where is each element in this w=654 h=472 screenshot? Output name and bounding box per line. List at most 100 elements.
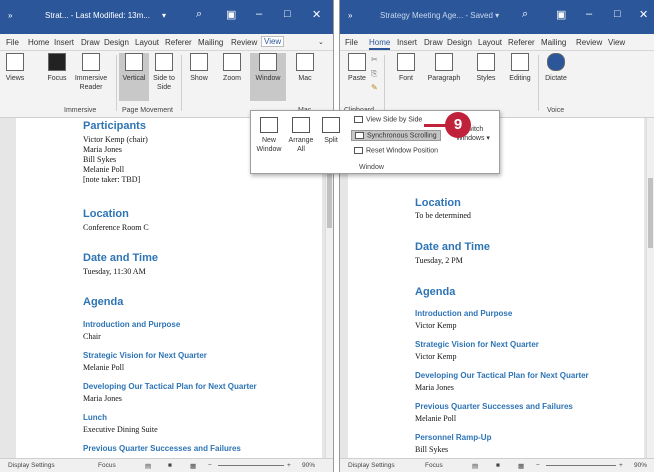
collapse-ribbon-icon[interactable]: ⌄ — [318, 38, 324, 46]
minimize-icon[interactable]: – — [586, 8, 592, 20]
editing-button[interactable]: Editing — [506, 53, 534, 83]
zoom-slider[interactable] — [546, 465, 616, 466]
styles-button[interactable]: Styles — [473, 53, 499, 83]
participant-item: Maria Jones — [83, 145, 122, 154]
arrange-all-label: Arrange All — [288, 137, 314, 153]
font-icon — [397, 53, 415, 71]
ribbon-display-icon[interactable]: ▣ — [556, 8, 566, 21]
web-layout-icon[interactable]: ▦ — [518, 462, 524, 470]
display-settings-button[interactable]: Display Settings — [8, 462, 55, 469]
tab-mailings[interactable]: Mailing — [198, 38, 223, 47]
tab-review[interactable]: Review — [231, 38, 257, 47]
reset-window-position-button[interactable]: Reset Window Position — [351, 146, 441, 155]
focus-button[interactable]: Focus — [46, 53, 68, 83]
vertical-label: Vertical — [122, 75, 146, 82]
zoom-slider[interactable] — [218, 465, 284, 466]
quick-access-menu[interactable]: » — [8, 11, 12, 20]
window-button[interactable]: Window — [250, 53, 286, 101]
tab-file[interactable]: File — [345, 38, 358, 47]
datetime-value: Tuesday, 11:30 AM — [83, 267, 146, 276]
close-icon[interactable]: ✕ — [312, 8, 321, 21]
side-to-side-button[interactable]: Side to Side — [150, 53, 178, 92]
views-button[interactable]: Views — [4, 53, 26, 83]
document-title[interactable]: Strat... - Last Modified: 13m... — [45, 11, 150, 20]
styles-icon — [477, 53, 495, 71]
status-bar: Display Settings Focus ▤ ■ ▦ − + 90% — [340, 458, 654, 472]
minimize-icon[interactable]: – — [256, 8, 262, 20]
dictate-label: Dictate — [545, 75, 567, 82]
group-separator — [538, 55, 539, 111]
tab-file[interactable]: File — [6, 38, 19, 47]
tab-design[interactable]: Design — [447, 38, 472, 47]
location-value: Conference Room C — [83, 223, 149, 232]
synchronous-scrolling-button[interactable]: Synchronous Scrolling — [351, 130, 441, 142]
search-icon[interactable]: ⌕ — [196, 8, 202, 21]
font-label: Font — [398, 75, 413, 82]
zoom-button[interactable]: Zoom — [219, 53, 245, 83]
tab-references[interactable]: Referer — [508, 38, 535, 47]
left-word-window: » Strat... - Last Modified: 13m... ▾ ⌕ ▣… — [0, 0, 334, 472]
tab-insert[interactable]: Insert — [54, 38, 74, 47]
group-immersive-label: Immersive — [64, 107, 97, 114]
display-settings-button[interactable]: Display Settings — [348, 462, 395, 469]
dictate-button[interactable]: Dictate — [542, 53, 570, 83]
maximize-icon[interactable]: □ — [614, 8, 621, 20]
tab-design[interactable]: Design — [104, 38, 129, 47]
tab-home[interactable]: Home — [369, 38, 391, 50]
title-dropdown-icon[interactable]: ▾ — [162, 11, 166, 20]
tab-view[interactable]: View — [261, 36, 285, 47]
zoom-out-icon[interactable]: − — [536, 462, 540, 469]
print-layout-icon[interactable]: ■ — [168, 462, 172, 469]
zoom-level[interactable]: 90% — [302, 462, 315, 469]
tab-home[interactable]: Home — [28, 38, 49, 47]
tab-mailings[interactable]: Mailing — [541, 38, 566, 47]
macros-button[interactable]: Mac — [294, 53, 316, 83]
focus-status-button[interactable]: Focus — [98, 462, 116, 469]
macros-label: Mac — [298, 75, 312, 82]
focus-status-button[interactable]: Focus — [425, 462, 443, 469]
tab-insert[interactable]: Insert — [397, 38, 417, 47]
paragraph-button[interactable]: Paragraph — [424, 53, 464, 83]
show-icon — [190, 53, 208, 71]
show-button[interactable]: Show — [186, 53, 212, 83]
vertical-button[interactable]: Vertical — [119, 53, 149, 101]
tab-review[interactable]: Review — [576, 38, 602, 47]
ribbon-display-icon[interactable]: ▣ — [226, 8, 236, 21]
tab-view[interactable]: View — [608, 38, 625, 47]
agenda-item-owner: Chair — [83, 332, 101, 341]
font-button[interactable]: Font — [394, 53, 418, 83]
cut-icon[interactable]: ✂ — [371, 55, 378, 64]
web-layout-icon[interactable]: ▦ — [190, 462, 196, 470]
read-mode-icon[interactable]: ▤ — [145, 462, 151, 470]
split-button[interactable]: Split — [319, 117, 343, 145]
new-window-button[interactable]: New Window — [255, 117, 283, 154]
scrollbar-thumb[interactable] — [648, 178, 653, 248]
agenda-item-title: Introduction and Purpose — [83, 320, 181, 329]
close-icon[interactable]: ✕ — [639, 8, 648, 21]
tab-layout[interactable]: Layout — [135, 38, 159, 47]
read-mode-icon[interactable]: ▤ — [472, 462, 478, 470]
zoom-in-icon[interactable]: + — [619, 462, 623, 469]
copy-icon[interactable]: ⎘ — [371, 69, 377, 79]
immersive-reader-button[interactable]: Immersive Reader — [72, 53, 110, 92]
view-side-by-side-button[interactable]: View Side by Side — [351, 115, 425, 124]
quick-access-menu[interactable]: » — [348, 11, 352, 20]
maximize-icon[interactable]: □ — [284, 8, 291, 20]
tab-references[interactable]: Referer — [165, 38, 192, 47]
zoom-out-icon[interactable]: − — [208, 462, 212, 469]
paragraph-label: Paragraph — [427, 75, 461, 82]
zoom-in-icon[interactable]: + — [287, 462, 291, 469]
format-painter-icon[interactable]: ✎ — [371, 83, 378, 92]
print-layout-icon[interactable]: ■ — [496, 462, 500, 469]
agenda-item-owner: Maria Jones — [415, 383, 454, 392]
paste-button[interactable]: Paste — [344, 53, 370, 83]
document-title[interactable]: Strategy Meeting Age... - Saved ▾ — [380, 11, 499, 20]
tab-draw[interactable]: Draw — [81, 38, 100, 47]
zoom-level[interactable]: 90% — [634, 462, 647, 469]
search-icon[interactable]: ⌕ — [522, 8, 528, 21]
tab-layout[interactable]: Layout — [478, 38, 502, 47]
vertical-scrollbar[interactable] — [646, 118, 654, 458]
show-label: Show — [190, 75, 208, 82]
arrange-all-button[interactable]: Arrange All — [287, 117, 315, 154]
tab-draw[interactable]: Draw — [424, 38, 443, 47]
